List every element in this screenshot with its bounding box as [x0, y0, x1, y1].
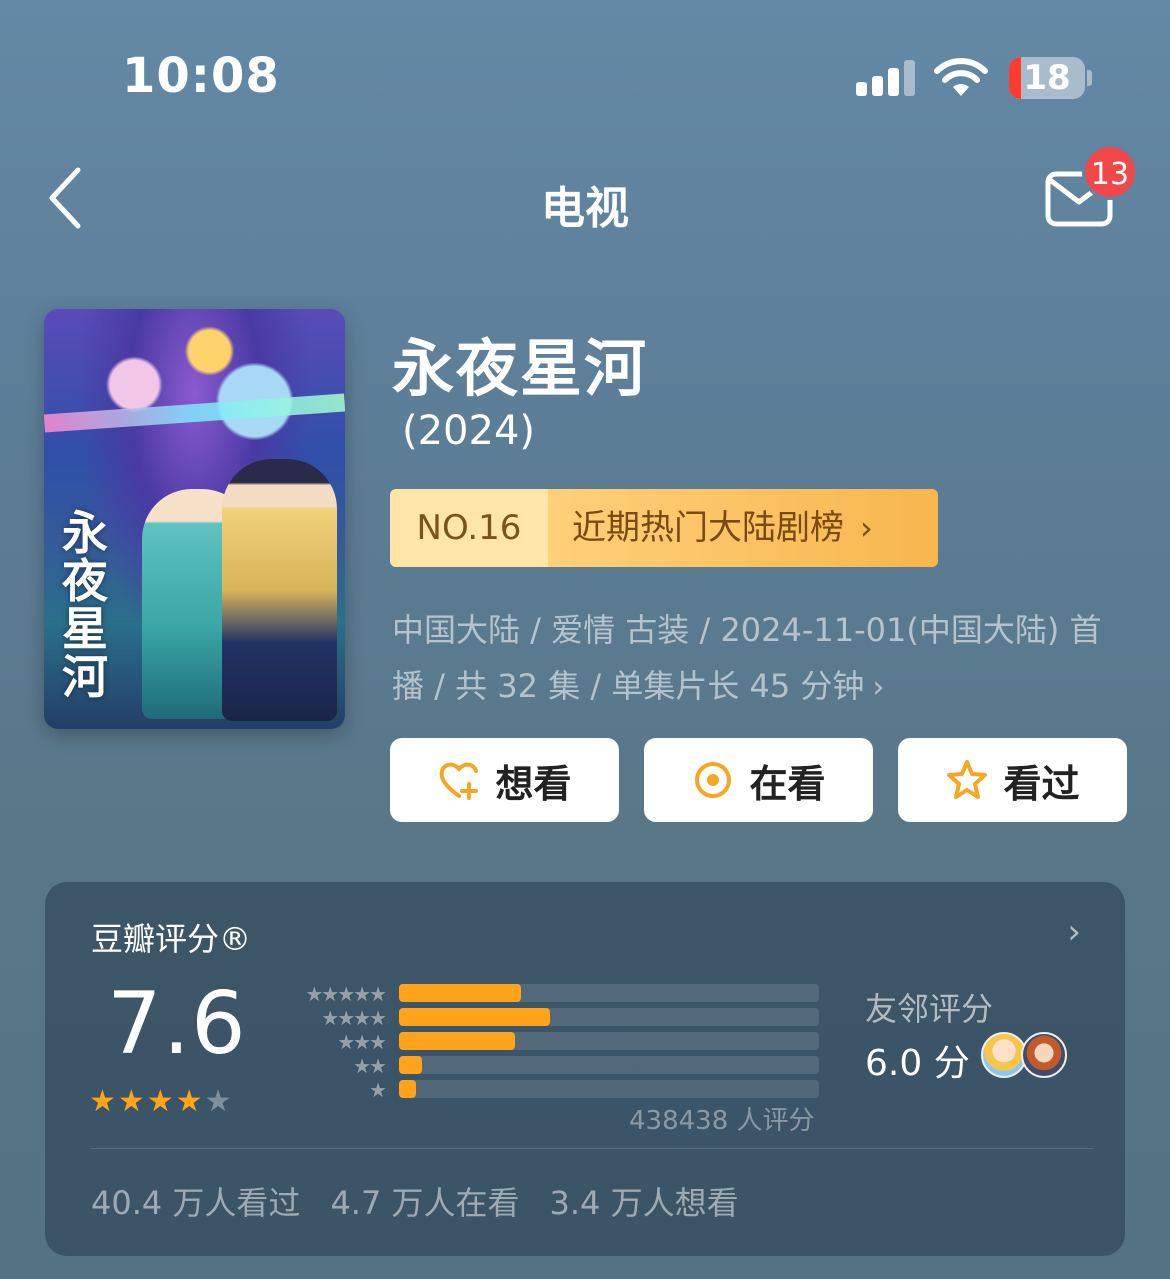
- distribution-bar-track: [399, 1008, 819, 1026]
- watched-count: 40.4 万人看过: [91, 1184, 301, 1222]
- distribution-stars: ★★: [353, 1054, 387, 1078]
- want-to-watch-button[interactable]: 想看: [390, 738, 619, 822]
- mail-badge: 13: [1082, 144, 1138, 200]
- status-time: 10:08: [122, 48, 280, 104]
- rating-score: 7.6: [107, 974, 247, 1074]
- target-icon: [695, 762, 732, 798]
- distribution-bar: [399, 1056, 423, 1074]
- rating-star-icon: ★: [175, 1084, 203, 1119]
- friend-avatar[interactable]: [1021, 1032, 1067, 1078]
- divider: [91, 1148, 1093, 1149]
- watched-button[interactable]: 看过: [898, 738, 1127, 822]
- watched-label: 看过: [1003, 761, 1080, 806]
- vote-count: 438438 人评分: [629, 1106, 815, 1136]
- battery-level: 18: [1023, 58, 1071, 98]
- distribution-bar: [399, 1008, 551, 1026]
- show-meta[interactable]: 中国大陆 / 爱情 古装 / 2024-11-01(中国大陆) 首播 / 共 3…: [392, 602, 1112, 716]
- friend-rating-score: 6.0 分: [865, 1043, 970, 1084]
- battery-cap: [1087, 70, 1092, 86]
- poster-image[interactable]: 永夜星河: [44, 309, 345, 729]
- friend-rating-label: 友邻评分: [865, 990, 994, 1028]
- chevron-right-icon[interactable]: ›: [1067, 912, 1081, 952]
- rank-badge[interactable]: NO.16 近期热门大陆剧榜 ›: [390, 489, 938, 567]
- distribution-stars: ★★★: [337, 1030, 387, 1054]
- chevron-right-icon: ›: [872, 670, 885, 705]
- distribution-bar-track: [399, 984, 819, 1002]
- distribution-bar: [399, 1080, 416, 1098]
- rank-list-label: 近期热门大陆剧榜: [572, 508, 844, 548]
- distribution-bar-track: [399, 1032, 819, 1050]
- distribution-stars: ★★★★: [321, 1006, 387, 1030]
- poster-figure-male: [222, 459, 337, 721]
- distribution-bar-track: [399, 1080, 819, 1098]
- rank-number: NO.16: [390, 489, 548, 567]
- show-meta-text: 中国大陆 / 爱情 古装 / 2024-11-01(中国大陆) 首播 / 共 3…: [392, 611, 1102, 705]
- poster-calligraphy: 永夜星河: [62, 506, 108, 704]
- watch-counts: 40.4 万人看过 4.7 万人在看 3.4 万人想看: [91, 1178, 739, 1224]
- want-count: 3.4 万人想看: [549, 1184, 739, 1222]
- distribution-stars: ★★★★★: [305, 982, 387, 1006]
- chevron-right-icon: ›: [860, 509, 873, 547]
- show-year: (2024): [402, 408, 536, 454]
- rating-star-icon: ★: [204, 1084, 232, 1119]
- distribution-bar: [399, 984, 521, 1002]
- distribution-stars: ★: [369, 1078, 387, 1102]
- show-title: 永夜星河: [392, 332, 649, 405]
- distribution-bar-track: [399, 1056, 819, 1074]
- poster-streak: [44, 393, 345, 433]
- watching-count: 4.7 万人在看: [330, 1184, 520, 1222]
- rating-star-icon: ★: [117, 1084, 145, 1119]
- rank-list-name: 近期热门大陆剧榜 ›: [548, 489, 938, 567]
- battery-icon: 18: [1009, 57, 1085, 99]
- signal-icon: [856, 58, 916, 96]
- rating-star-icon: ★: [89, 1084, 116, 1119]
- rating-stars: ★ ★ ★ ★ ★: [89, 1084, 232, 1119]
- heart-plus-icon: [440, 762, 479, 800]
- action-buttons: 想看 在看 看过: [390, 738, 1127, 822]
- rating-star-icon: ★: [146, 1084, 174, 1119]
- watching-button[interactable]: 在看: [644, 738, 873, 822]
- want-to-watch-label: 想看: [495, 761, 572, 806]
- page-title: 电视: [541, 183, 629, 234]
- watching-label: 在看: [749, 761, 826, 806]
- distribution-bar: [399, 1032, 515, 1050]
- star-icon: [947, 760, 988, 799]
- wifi-icon: [934, 58, 988, 96]
- rating-card[interactable]: 豆瓣评分® › 7.6 ★ ★ ★ ★ ★ ★★★★★ ★★★★ ★★★ ★★ ★ 438438…: [45, 882, 1125, 1256]
- rating-label: 豆瓣评分®: [91, 920, 252, 958]
